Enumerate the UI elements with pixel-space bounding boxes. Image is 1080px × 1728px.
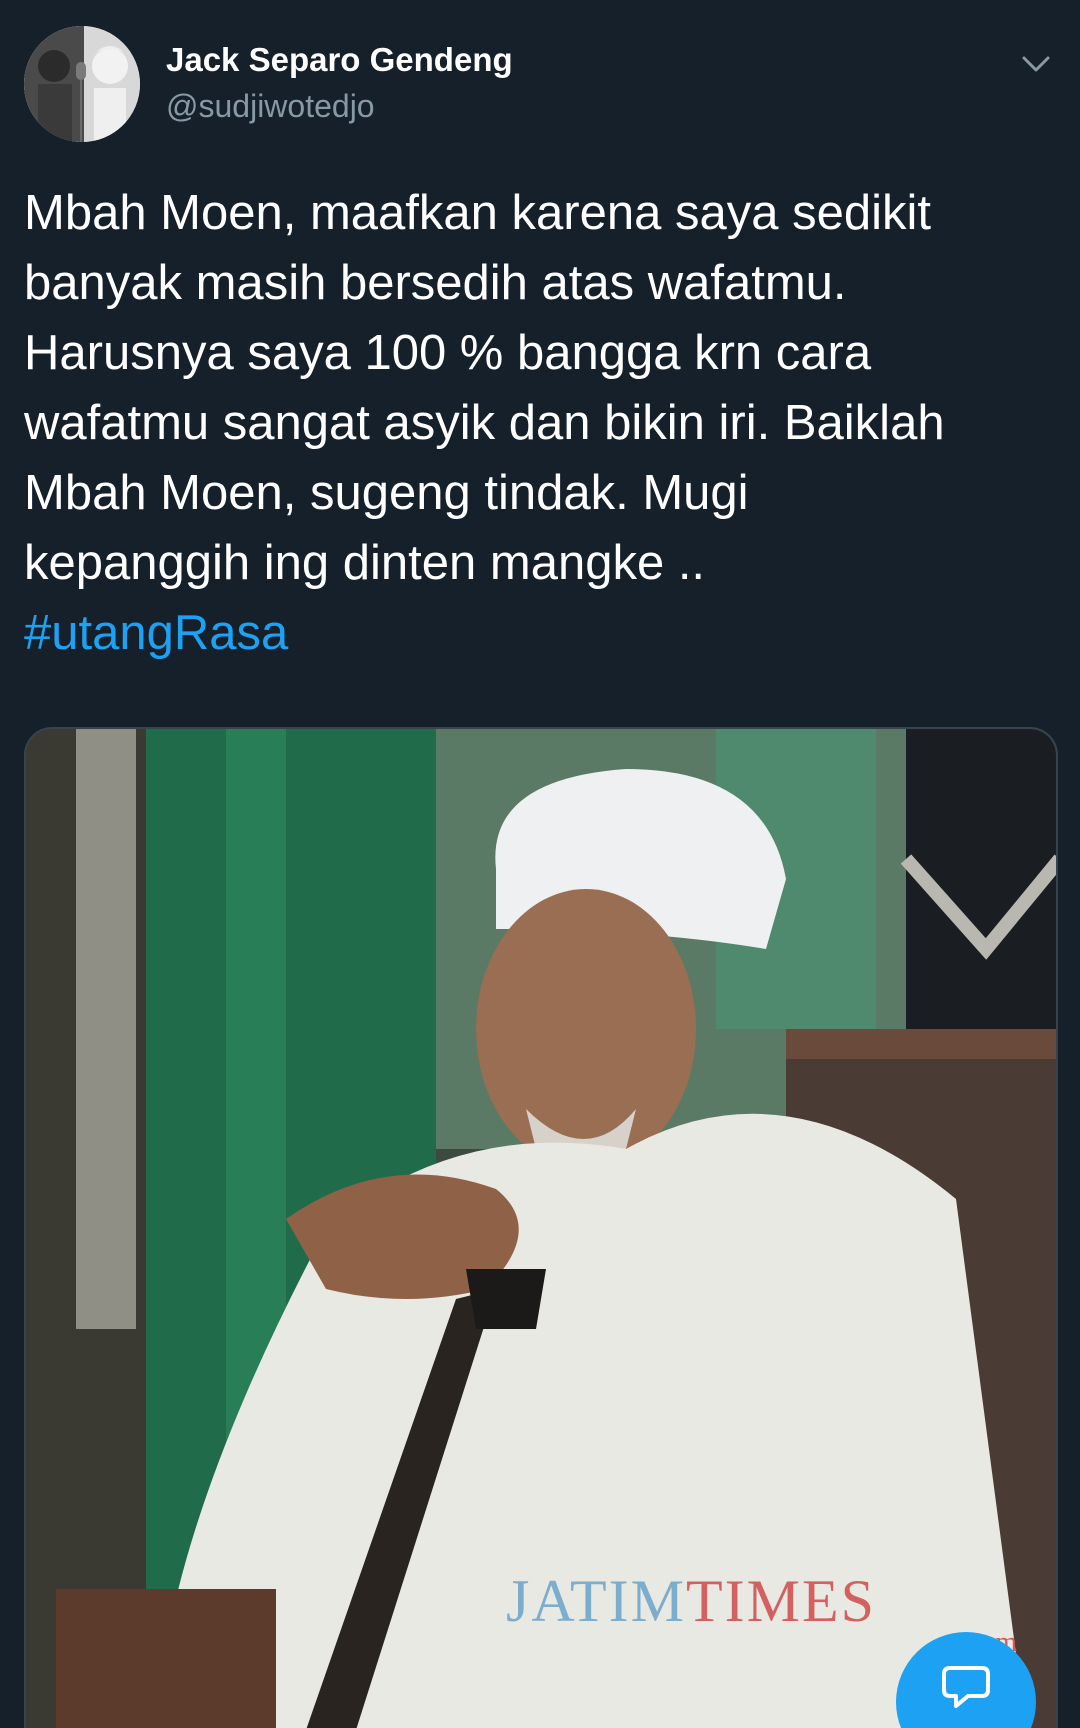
avatar[interactable] — [24, 26, 140, 142]
tweet-photo[interactable]: JATIMTIMES .com — [24, 727, 1058, 1728]
chevron-down-icon[interactable] — [1018, 46, 1054, 82]
tweet-text: Mbah Moen, maafkan karena saya sedikit b… — [24, 186, 945, 590]
user-names: Jack Separo Gendeng @sudjiwotedjo — [166, 40, 513, 128]
reply-bubble-icon — [942, 1666, 990, 1708]
display-name[interactable]: Jack Separo Gendeng — [166, 40, 513, 80]
tweet: Jack Separo Gendeng @sudjiwotedjo Mbah M… — [0, 0, 1080, 1728]
watermark: JATIMTIMES — [506, 1567, 876, 1636]
tweet-header: Jack Separo Gendeng @sudjiwotedjo — [24, 26, 1054, 146]
user-handle[interactable]: @sudjiwotedjo — [166, 84, 513, 128]
watermark-part-a: JATIM — [506, 1568, 687, 1634]
hashtag-link[interactable]: #utangRasa — [24, 598, 288, 668]
watermark-part-b: TIMES — [686, 1568, 877, 1634]
